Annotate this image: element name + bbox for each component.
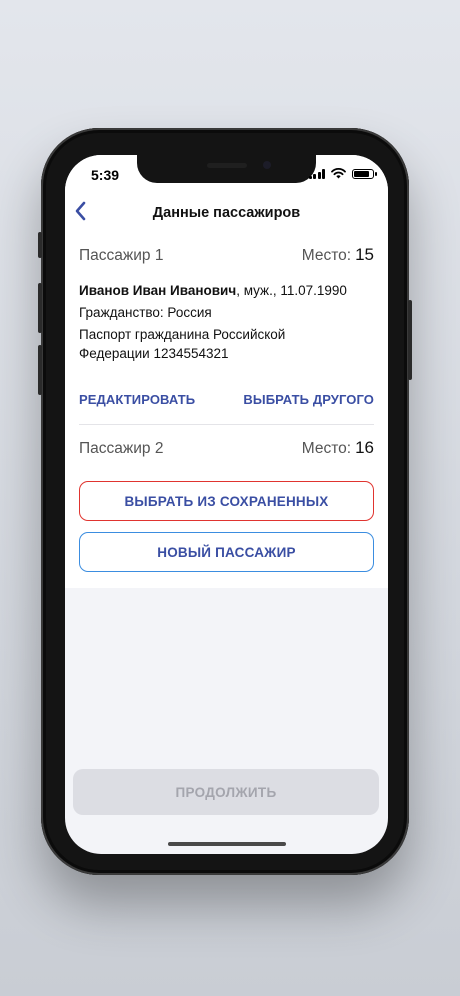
passenger-1-label: Пассажир 1	[79, 247, 164, 264]
passenger-1-seat: Место: 15	[302, 245, 374, 265]
passenger-2-label: Пассажир 2	[79, 440, 164, 457]
passenger-document-line2: Федерации 1234554321	[79, 346, 229, 361]
status-time: 5:39	[91, 167, 120, 183]
passenger-1-name-line: Иванов Иван Иванович, муж., 11.07.1990	[79, 281, 376, 301]
passenger-document-line1: Паспорт гражданина Российской	[79, 327, 286, 342]
choose-saved-button[interactable]: ВЫБРАТЬ ИЗ СОХРАНЕННЫХ	[79, 481, 374, 521]
passenger-details: , муж., 11.07.1990	[236, 283, 347, 298]
battery-icon	[352, 168, 377, 179]
app-screen: Данные пассажиров Пассажир 1 Место: 15 Ив…	[65, 155, 388, 854]
passengers-card: Данные пассажиров Пассажир 1 Место: 15 Ив…	[65, 155, 388, 588]
wifi-icon	[331, 168, 346, 179]
speaker-grille	[207, 163, 247, 168]
seat-value: 15	[355, 245, 374, 264]
power-button	[408, 300, 412, 380]
new-passenger-button[interactable]: НОВЫЙ ПАССАЖИР	[79, 532, 374, 572]
home-indicator	[168, 842, 286, 846]
passenger-name: Иванов Иван Иванович	[79, 283, 237, 298]
notch	[137, 155, 316, 183]
passenger-citizenship: Гражданство: Россия	[79, 305, 212, 320]
seat-value: 16	[355, 438, 374, 457]
passenger-2-seat: Место: 16	[302, 438, 374, 458]
volume-down-button	[38, 345, 42, 395]
signal-icon	[308, 168, 325, 179]
page-title: Данные пассажиров	[152, 205, 301, 221]
passenger-1-header: Пассажир 1 Место: 15	[79, 245, 374, 265]
divider	[79, 424, 374, 425]
seat-label: Место:	[301, 247, 352, 264]
front-camera	[263, 161, 271, 169]
seat-label: Место:	[301, 440, 352, 457]
edit-passenger-link[interactable]: РЕДАКТИРОВАТЬ	[79, 392, 195, 407]
passenger-2-header: Пассажир 2 Место: 16	[79, 438, 374, 458]
continue-button[interactable]: ПРОДОЛЖИТЬ	[73, 769, 379, 815]
choose-other-link[interactable]: ВЫБРАТЬ ДРУГОГО	[243, 392, 374, 407]
volume-up-button	[38, 283, 42, 333]
mute-switch	[38, 232, 42, 258]
status-icons	[308, 168, 377, 179]
